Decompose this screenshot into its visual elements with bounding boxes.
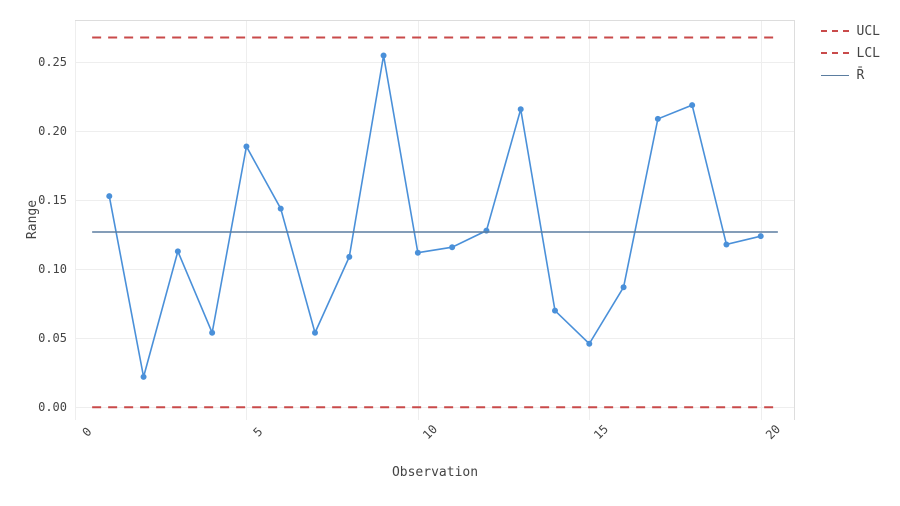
range-control-chart: 0.000.050.100.150.200.2505101520 Range O… <box>0 0 900 506</box>
legend-swatch <box>821 52 849 54</box>
legend-swatch <box>821 30 849 32</box>
data-point <box>689 102 695 108</box>
y-tick-label: 0.05 <box>38 331 75 345</box>
y-tick-label: 0.20 <box>38 124 75 138</box>
series-svg <box>75 21 795 421</box>
y-axis-label: Range <box>25 200 40 239</box>
data-point <box>346 254 352 260</box>
legend-item-R: R̄ <box>821 64 880 86</box>
legend-item-LCL: LCL <box>821 42 880 64</box>
legend-item-UCL: UCL <box>821 20 880 42</box>
data-point <box>723 241 729 247</box>
y-tick-label: 0.10 <box>38 262 75 276</box>
data-point <box>621 284 627 290</box>
legend-label: LCL <box>857 46 880 61</box>
data-point <box>312 330 318 336</box>
y-tick-label: 0.00 <box>38 400 75 414</box>
data-point <box>278 206 284 212</box>
legend-label: UCL <box>857 24 880 39</box>
legend-swatch <box>821 75 849 76</box>
legend: UCL LCL R̄ <box>821 20 880 86</box>
data-point <box>518 106 524 112</box>
data-point <box>175 248 181 254</box>
data-point <box>552 308 558 314</box>
data-point <box>141 374 147 380</box>
range-line <box>109 55 760 376</box>
legend-label: R̄ <box>857 68 865 83</box>
data-point <box>586 341 592 347</box>
data-point <box>655 116 661 122</box>
y-tick-label: 0.25 <box>38 55 75 69</box>
data-point <box>449 244 455 250</box>
data-point <box>209 330 215 336</box>
x-axis-label: Observation <box>75 465 795 480</box>
data-point <box>106 193 112 199</box>
data-point <box>415 250 421 256</box>
data-point <box>381 52 387 58</box>
data-point <box>243 144 249 150</box>
data-point <box>758 233 764 239</box>
y-tick-label: 0.15 <box>38 193 75 207</box>
plot-area: 0.000.050.100.150.200.2505101520 <box>75 20 795 420</box>
